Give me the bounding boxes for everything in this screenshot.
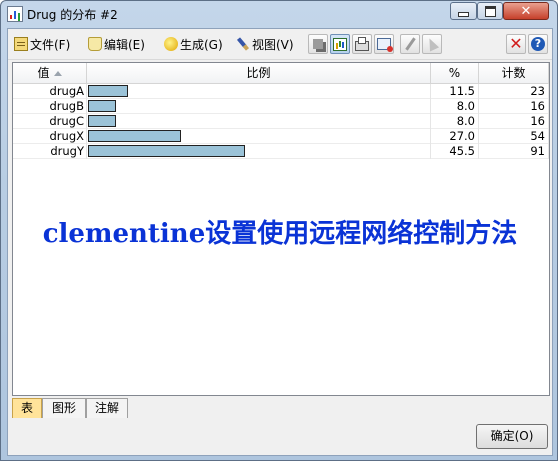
- duplicate-button[interactable]: [308, 34, 328, 54]
- cell-count: 54: [479, 129, 549, 144]
- column-header-percent[interactable]: %: [431, 63, 479, 84]
- help-button[interactable]: ?: [528, 34, 548, 54]
- tab-graph[interactable]: 图形: [42, 398, 86, 418]
- cell-proportion: [87, 144, 431, 159]
- print-icon: [355, 36, 369, 51]
- cell-count: 16: [479, 99, 549, 114]
- pointer-button[interactable]: [422, 34, 442, 54]
- cell-percent: 8.0: [431, 99, 479, 114]
- proportion-bar: [88, 130, 181, 142]
- table-row[interactable]: drugY 45.5 91: [13, 144, 549, 159]
- print-button[interactable]: [352, 34, 372, 54]
- title-bar[interactable]: Drug 的分布 #2 ✕: [1, 1, 557, 27]
- sort-ascending-icon: [53, 71, 62, 76]
- cell-value: drugY: [13, 144, 87, 159]
- cell-proportion: [87, 99, 431, 114]
- cell-value: drugA: [13, 84, 87, 99]
- menu-view-label: 视图(V): [252, 37, 294, 52]
- close-x-icon: ✕: [509, 34, 523, 53]
- cell-proportion: [87, 129, 431, 144]
- menu-view[interactable]: 视图(V): [236, 35, 294, 53]
- export-icon: [377, 38, 393, 52]
- menu-generate[interactable]: 生成(G): [164, 35, 223, 53]
- maximize-icon: [484, 5, 496, 17]
- cell-count: 91: [479, 144, 549, 159]
- help-icon: ?: [531, 37, 545, 51]
- cell-value: drugC: [13, 114, 87, 129]
- cell-percent: 8.0: [431, 114, 479, 129]
- table-row[interactable]: drugX 27.0 54: [13, 129, 549, 144]
- tab-annotations[interactable]: 注解: [86, 398, 128, 418]
- brush-icon: [404, 37, 416, 51]
- minimize-icon: [458, 11, 469, 17]
- cell-value: drugX: [13, 129, 87, 144]
- cell-percent: 27.0: [431, 129, 479, 144]
- close-icon: ✕: [520, 3, 532, 19]
- export-button[interactable]: [374, 34, 394, 54]
- cell-proportion: [87, 114, 431, 129]
- proportion-bar: [88, 85, 128, 97]
- close-window-button[interactable]: ✕: [503, 2, 549, 20]
- menu-file[interactable]: 文件(F): [14, 35, 70, 53]
- table-row[interactable]: drugC 8.0 16: [13, 114, 549, 129]
- column-header-proportion[interactable]: 比例: [87, 63, 431, 84]
- proportion-bar: [88, 145, 245, 157]
- cell-value: drugB: [13, 99, 87, 114]
- ok-button[interactable]: 确定(O): [476, 424, 548, 449]
- tab-table[interactable]: 表: [12, 398, 42, 418]
- proportion-bar: [88, 100, 116, 112]
- toolbar: 文件(F) 编辑(E) 生成(G) 视图(V) ✕ ?: [8, 29, 552, 60]
- app-icon: [7, 6, 23, 22]
- cell-count: 23: [479, 84, 549, 99]
- menu-generate-label: 生成(G): [180, 37, 223, 52]
- column-header-count[interactable]: 计数: [479, 63, 549, 84]
- pointer-icon: [424, 36, 440, 52]
- edit-icon: [88, 37, 102, 51]
- cell-count: 16: [479, 114, 549, 129]
- proportion-bar: [88, 115, 116, 127]
- file-icon: [14, 37, 28, 51]
- menu-file-label: 文件(F): [30, 37, 71, 52]
- table-row[interactable]: drugB 8.0 16: [13, 99, 549, 114]
- brush-button[interactable]: [400, 34, 420, 54]
- view-icon: [233, 34, 253, 54]
- column-header-value[interactable]: 值: [13, 63, 87, 84]
- cell-percent: 11.5: [431, 84, 479, 99]
- minimize-button[interactable]: [450, 2, 477, 20]
- cell-proportion: [87, 84, 431, 99]
- table-row[interactable]: drugA 11.5 23: [13, 84, 549, 99]
- duplicate-icon: [313, 39, 323, 49]
- generate-icon: [164, 37, 178, 51]
- maximize-button[interactable]: [477, 2, 503, 20]
- menu-edit[interactable]: 编辑(E): [88, 35, 145, 53]
- cell-percent: 45.5: [431, 144, 479, 159]
- window-title: Drug 的分布 #2: [27, 8, 118, 22]
- chart-icon: [333, 37, 347, 51]
- chart-button[interactable]: [330, 34, 350, 54]
- distribution-window: Drug 的分布 #2 ✕ 文件(F) 编辑(E) 生成(G) 视图(V) ✕ …: [0, 0, 558, 461]
- view-tabs: 表 图形 注解: [8, 398, 552, 419]
- menu-edit-label: 编辑(E): [104, 37, 145, 52]
- close-output-button[interactable]: ✕: [506, 34, 526, 54]
- watermark-caption: clementine设置使用远程网络控制方法: [42, 219, 518, 249]
